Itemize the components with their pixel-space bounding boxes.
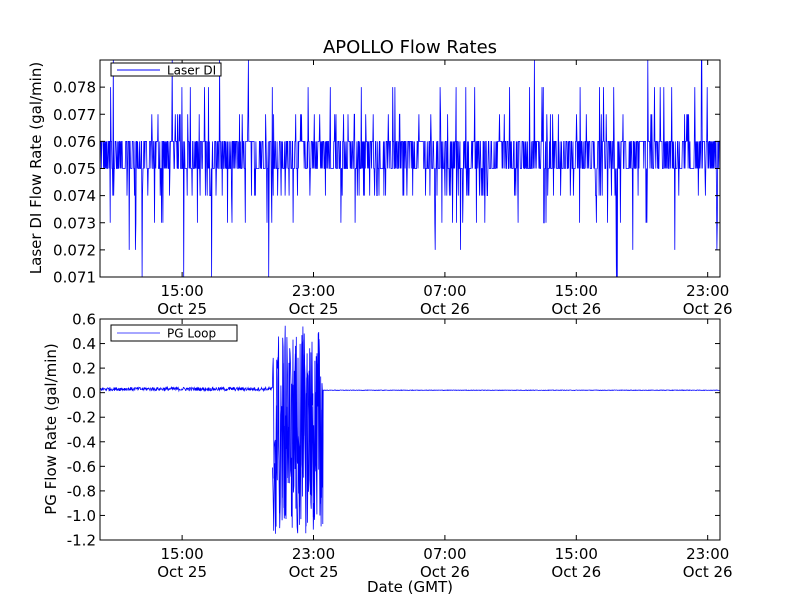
ytick-label: 0.2 (72, 360, 96, 378)
ytick-label: 0.071 (53, 269, 96, 287)
bottom-xlabel: Date (GMT) (367, 578, 453, 596)
xtick-label-time: 15:00 (161, 282, 204, 300)
xtick-label-time: 07:00 (423, 545, 466, 563)
xtick-label-time: 15:00 (555, 545, 598, 563)
bottom-panel: -1.2 -1.0 -0.8 -0.6 -0.4 -0.2 0.0 0.2 0.4 0.6 15:… (42, 311, 733, 597)
xtick-label-time: 23:00 (292, 282, 335, 300)
xtick-label-time: 07:00 (423, 282, 466, 300)
ytick-label: -0.8 (67, 482, 96, 500)
bottom-yticks: -1.2 -1.0 -0.8 -0.6 -0.4 -0.2 0.0 0.2 0.4 0.6 (67, 311, 720, 550)
xtick-label-date: Oct 25 (289, 563, 339, 581)
xtick-label-time: 15:00 (161, 545, 204, 563)
xtick-label-date: Oct 25 (157, 300, 207, 318)
xtick-label-date: Oct 25 (289, 300, 339, 318)
figure-title: APOLLO Flow Rates (323, 37, 497, 58)
ytick-label: -1.0 (67, 507, 96, 525)
ytick-label: 0.6 (72, 311, 96, 329)
bottom-legend-label: PG Loop (167, 327, 216, 341)
bottom-ylabel: PG Flow Rate (gal/min) (42, 343, 60, 515)
figure-canvas: APOLLO Flow Rates 0.0710.0720.0730.0740.… (27, 37, 733, 597)
xtick-label-date: Oct 25 (157, 563, 207, 581)
ytick-label: 0.077 (53, 106, 96, 124)
ytick-label: 0.078 (53, 79, 96, 97)
ytick-label: -0.4 (67, 433, 96, 451)
ytick-label: 0.073 (53, 214, 96, 232)
top-legend-label: Laser DI (167, 64, 216, 78)
xtick-label-date: Oct 26 (551, 563, 601, 581)
bottom-legend: PG Loop (110, 324, 238, 342)
bottom-plot-frame (99, 318, 721, 541)
top-ylabel: Laser DI Flow Rate (gal/min) (27, 62, 45, 274)
ytick-label: 0.4 (72, 335, 96, 353)
xtick-label-date: Oct 26 (420, 300, 470, 318)
ytick-label: 0.074 (53, 187, 96, 205)
top-legend: Laser DI (110, 62, 222, 78)
top-panel: 0.071 0.072 0.073 0.074 0.075 0.076 0.077 0.078… (27, 59, 733, 318)
top-plot-data (100, 60, 720, 277)
series-line-laser-di (100, 60, 720, 277)
ytick-label: -0.6 (67, 458, 96, 476)
ytick-label: 0.0 (72, 384, 96, 402)
xtick-label-time: 23:00 (292, 545, 335, 563)
ytick-label: -1.2 (67, 532, 96, 550)
xtick-label-time: 15:00 (555, 282, 598, 300)
bottom-plot-data (100, 325, 720, 534)
ytick-label: -0.2 (67, 409, 96, 427)
series-line-pg-loop (100, 325, 720, 534)
xtick-label-date: Oct 26 (551, 300, 601, 318)
bottom-xticks: 15:00Oct 2523:00Oct 2507:00Oct 2615:00Oc… (157, 319, 733, 581)
xtick-label-date: Oct 26 (683, 563, 733, 581)
xtick-label-time: 23:00 (686, 282, 729, 300)
xtick-label-date: Oct 26 (683, 300, 733, 318)
ytick-label: 0.076 (53, 133, 96, 151)
xtick-label-time: 23:00 (686, 545, 729, 563)
ytick-label: 0.075 (53, 160, 96, 178)
ytick-label: 0.072 (53, 241, 96, 259)
